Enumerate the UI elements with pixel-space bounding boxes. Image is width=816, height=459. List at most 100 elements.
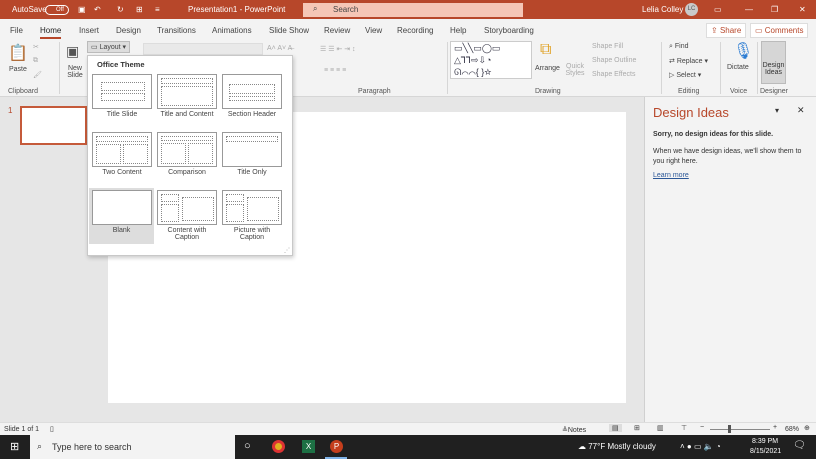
notes-button[interactable]: ≜Notes — [562, 426, 586, 434]
tab-storyboarding[interactable]: Storyboarding — [484, 26, 534, 35]
layout-title-slide[interactable]: Title Slide — [91, 74, 153, 118]
share-button[interactable]: ⇪ Share — [706, 23, 747, 38]
tab-recording[interactable]: Recording — [397, 26, 433, 35]
ribbon-display-icon[interactable]: ▭ — [714, 5, 722, 14]
shape-effects-button[interactable]: Shape Effects — [592, 71, 635, 78]
task-view-icon[interactable]: ○ — [244, 440, 251, 452]
save-icon[interactable]: ▣ — [78, 5, 86, 14]
taskbar-search[interactable]: ⌕ Type here to search — [30, 435, 235, 459]
layout-heading: Office Theme — [97, 60, 145, 69]
windows-start-icon[interactable]: ⊞ — [10, 440, 19, 453]
search-icon: ⌕ — [37, 441, 43, 451]
pane-close-icon[interactable]: ✕ — [797, 105, 805, 116]
dictate-button[interactable]: Dictate — [727, 64, 749, 71]
tab-transitions[interactable]: Transitions — [157, 26, 196, 35]
zoom-level[interactable]: 68% — [785, 426, 799, 433]
pane-body: When we have design ideas, we'll show th… — [653, 148, 802, 165]
present-icon[interactable]: ⊞ — [136, 5, 143, 14]
clock-time[interactable]: 8:39 PM — [752, 438, 778, 445]
tab-home[interactable]: Home — [40, 26, 62, 39]
tab-slide-show[interactable]: Slide Show — [269, 26, 309, 35]
layout-preview — [222, 190, 282, 225]
format-painter-icon[interactable]: 🖌 — [33, 71, 42, 79]
design-ideas-button[interactable]: Design Ideas — [761, 41, 786, 84]
quick-styles-button[interactable]: Quick Styles — [564, 63, 586, 77]
zoom-slider-thumb[interactable] — [728, 425, 731, 433]
new-slide-button[interactable]: New Slide — [64, 65, 86, 79]
tab-help[interactable]: Help — [450, 26, 466, 35]
divider — [59, 42, 60, 94]
pane-heading: Sorry, no design ideas for this slide. — [653, 131, 774, 138]
system-tray-icons[interactable]: ˄ ● ▭ 🔈 ◔ — [680, 442, 721, 451]
zoom-slider[interactable]: − + — [700, 424, 780, 433]
user-name[interactable]: Lelia Colley — [642, 5, 683, 14]
fit-to-window-icon[interactable]: ⊕ — [804, 424, 810, 432]
arrange-button[interactable]: Arrange — [535, 65, 560, 72]
comments-button[interactable]: ▭ Comments — [750, 23, 809, 38]
font-name-box[interactable] — [143, 43, 263, 55]
divider — [757, 42, 758, 94]
layout-button[interactable]: ▭ Layout ▾ — [87, 41, 131, 53]
status-bar: Slide 1 of 1 ▯ ≜Notes ▤ ⊞ ▥ ⊤ − + 68% ⊕ — [0, 422, 816, 435]
slideshow-icon[interactable]: ⊤ — [681, 424, 687, 432]
tab-animations[interactable]: Animations — [212, 26, 252, 35]
chrome-icon[interactable] — [272, 440, 285, 453]
pane-options-icon[interactable]: ▾ — [775, 106, 779, 115]
ribbon-tabs: File Home Insert Design Transitions Anim… — [0, 19, 816, 39]
cut-icon[interactable]: ✂ — [33, 43, 39, 51]
notifications-icon[interactable]: 🗨 — [793, 440, 806, 451]
layout-blank[interactable]: Blank — [89, 188, 154, 244]
layout-picture-with-caption[interactable]: Picture with Caption — [221, 190, 283, 241]
copy-icon[interactable]: ⧉ — [33, 57, 38, 65]
layout-preview — [222, 132, 282, 167]
tab-insert[interactable]: Insert — [79, 26, 99, 35]
layout-title-only[interactable]: Title Only — [221, 132, 283, 176]
clock-date[interactable]: 8/15/2021 — [750, 448, 781, 455]
powerpoint-icon[interactable]: P — [330, 440, 343, 453]
paste-button[interactable]: Paste — [9, 66, 27, 73]
tab-file[interactable]: File — [10, 26, 23, 35]
restore-icon[interactable]: ❐ — [771, 5, 778, 14]
divider — [720, 42, 721, 94]
resize-grip-icon[interactable]: ⋰ — [284, 247, 290, 254]
normal-view-icon[interactable]: ▤ — [609, 424, 622, 432]
slide-sorter-icon[interactable]: ⊞ — [634, 424, 640, 432]
group-voice: Voice — [730, 88, 748, 95]
layout-preview — [92, 74, 152, 109]
divider — [447, 42, 448, 94]
reading-view-icon[interactable]: ▥ — [657, 424, 664, 432]
microphone-icon: 🎙 — [733, 43, 754, 60]
customize-icon[interactable]: ≡ — [155, 5, 160, 14]
layout-content-with-caption[interactable]: Content with Caption — [156, 190, 218, 241]
avatar[interactable]: LC — [685, 3, 698, 16]
minimize-icon[interactable]: — — [745, 5, 753, 14]
search-input[interactable]: ⌕ Search — [303, 3, 523, 17]
shapes-gallery[interactable]: ▭╲╲▭◯▭ △⅂⅂⇨⇩◔ ᘏ⌒⌒{ }☆ — [450, 41, 532, 79]
tab-view[interactable]: View — [365, 26, 382, 35]
layout-title-and-content[interactable]: Title and Content — [156, 74, 218, 118]
autosave-toggle[interactable]: Off — [45, 5, 69, 15]
bullets-icons[interactable]: ☰ ☰ ⇤ ⇥ ↕ — [320, 45, 356, 53]
divider — [661, 42, 662, 94]
excel-icon[interactable]: X — [302, 440, 315, 453]
tab-review[interactable]: Review — [324, 26, 350, 35]
learn-more-link[interactable]: Learn more — [653, 172, 689, 179]
title-bar: AutoSave Off ▣ ↶ ↻ ⊞ ≡ Presentation1 - P… — [0, 0, 816, 19]
slide-number: 1 — [8, 106, 13, 115]
shape-fill-button[interactable]: Shape Fill — [592, 43, 623, 50]
redo-icon[interactable]: ↻ — [117, 5, 124, 14]
tab-design[interactable]: Design — [116, 26, 141, 35]
layout-preview — [92, 132, 152, 167]
font-size-icons[interactable]: A˄ A˅ A̶ — [267, 45, 292, 52]
close-icon[interactable]: ✕ — [799, 5, 806, 14]
accessibility-icon[interactable]: ▯ — [50, 425, 54, 433]
align-icons[interactable]: ≡ ≡ ≡ ≡ — [324, 67, 346, 74]
shape-outline-button[interactable]: Shape Outline — [592, 57, 636, 64]
design-ideas-pane: Design Ideas ▾ ✕ Sorry, no design ideas … — [644, 97, 816, 422]
layout-section-header[interactable]: Section Header — [221, 74, 283, 118]
weather-widget[interactable]: ☁ 77°F Mostly cloudy — [578, 442, 656, 451]
undo-icon[interactable]: ↶ — [94, 5, 101, 14]
slide-thumbnail[interactable] — [20, 106, 87, 145]
layout-comparison[interactable]: Comparison — [156, 132, 218, 176]
layout-two-content[interactable]: Two Content — [91, 132, 153, 176]
